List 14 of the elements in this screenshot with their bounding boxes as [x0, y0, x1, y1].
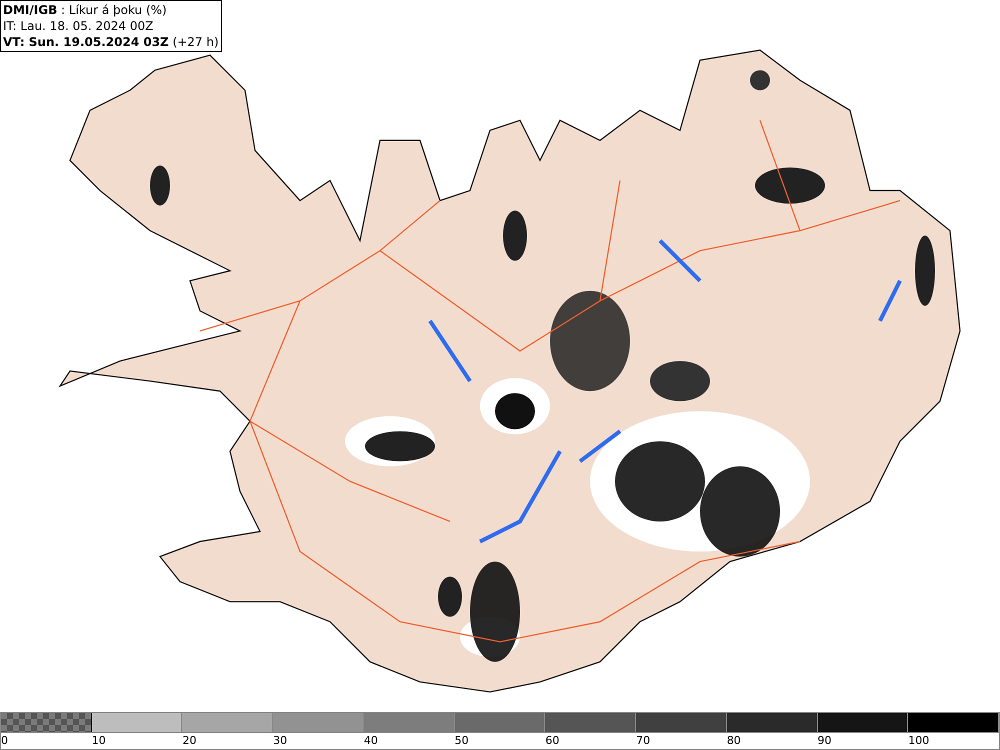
legend-label: 100: [908, 734, 930, 747]
legend-label: 10: [92, 734, 106, 747]
legend-label: 40: [364, 734, 378, 747]
legend-label: 80: [726, 734, 741, 747]
legend-label: 60: [545, 734, 560, 747]
product-title: DMI/IGB : Líkur á þoku (%): [3, 2, 168, 18]
valid-time: VT: Sun. 19.05.2024 03Z (+27 h): [3, 34, 219, 50]
legend-label: 0: [1, 734, 8, 747]
legend-label: 50: [454, 734, 469, 747]
legend-label: 90: [818, 734, 832, 747]
issue-time: IT: Lau. 18. 05. 2024 00Z: [3, 18, 154, 34]
legend-label: 70: [636, 734, 650, 747]
legend-label: 20: [182, 734, 196, 747]
legend-label: 30: [273, 734, 288, 747]
